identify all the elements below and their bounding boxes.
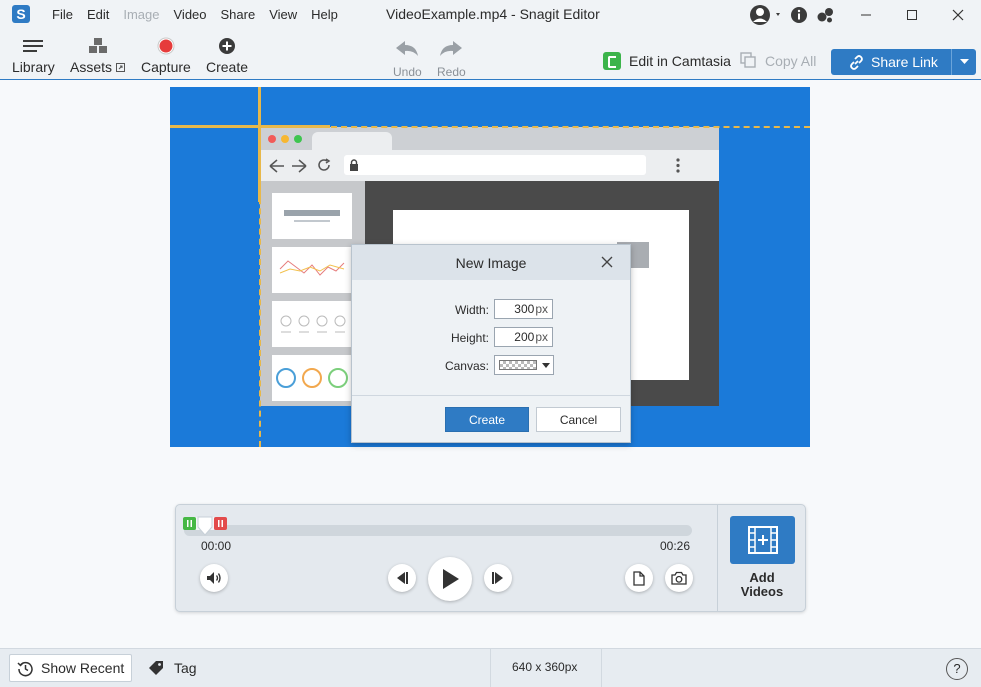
height-field[interactable]: 200 px: [494, 327, 553, 347]
close-icon: [601, 256, 613, 268]
save-frame-button[interactable]: [625, 564, 653, 592]
menu-file[interactable]: File: [52, 7, 73, 22]
plus-circle-icon: [218, 33, 236, 59]
next-frame-button[interactable]: [484, 564, 512, 592]
undo-button[interactable]: Undo: [393, 33, 422, 79]
history-icon: [17, 661, 33, 676]
menu-video[interactable]: Video: [174, 7, 207, 22]
minimize-button[interactable]: [843, 0, 889, 30]
canvas-label: Canvas:: [444, 359, 489, 373]
transparent-swatch-icon: [499, 360, 537, 370]
undo-icon: [394, 33, 420, 65]
document-icon: [633, 570, 645, 586]
play-icon: [443, 569, 459, 589]
camera-icon: [671, 571, 687, 585]
width-field[interactable]: 300 px: [494, 299, 553, 319]
chevron-down-icon: [959, 59, 969, 64]
add-videos-button[interactable]: [730, 516, 795, 564]
menu-image: Image: [123, 7, 160, 22]
dialog-header: New Image: [352, 245, 630, 280]
step-forward-icon: [492, 572, 503, 584]
share-dropdown-button[interactable]: [951, 49, 976, 75]
crop-handle-vertical[interactable]: [258, 87, 261, 202]
playhead-handle[interactable]: [195, 515, 215, 537]
capture-icon: [157, 33, 175, 59]
canvas-color-select[interactable]: [494, 355, 554, 375]
toolbar: Library Assets Capture Create Undo Redo …: [0, 30, 981, 80]
film-add-icon: [747, 526, 778, 554]
menu-help[interactable]: Help: [311, 7, 338, 22]
time-end: 00:26: [660, 539, 691, 553]
previous-frame-button[interactable]: [388, 564, 416, 592]
cancel-button[interactable]: Cancel: [536, 407, 621, 432]
lock-icon: [350, 159, 358, 171]
maximize-button[interactable]: [889, 0, 935, 30]
speaker-icon: [207, 572, 221, 584]
library-icon: [23, 33, 44, 59]
redo-icon: [438, 33, 464, 65]
menu-view[interactable]: View: [269, 7, 297, 22]
camtasia-icon: [603, 52, 621, 70]
new-image-dialog: New Image Width: 300 px Height: 200 px Can…: [351, 244, 631, 443]
menu-edit[interactable]: Edit: [87, 7, 109, 22]
crop-handle-horizontal[interactable]: [170, 125, 330, 128]
height-label: Height:: [450, 331, 489, 345]
menu-bar: File Edit Image Video Share View Help: [52, 7, 352, 22]
share-link-button[interactable]: Share Link: [831, 49, 976, 75]
create-button-dialog[interactable]: Create: [445, 407, 529, 432]
status-bar: Show Recent Tag 640 x 360px ?: [0, 648, 981, 687]
account-icon[interactable]: [749, 5, 783, 25]
library-button[interactable]: Library: [12, 33, 55, 75]
image-dimensions: 640 x 360px: [512, 660, 578, 674]
play-button[interactable]: [428, 557, 472, 601]
video-timeline[interactable]: [184, 525, 692, 536]
link-icon: [850, 54, 863, 70]
external-link-icon: [116, 62, 126, 72]
browser-nav-icon: [269, 159, 307, 173]
window-title: VideoExample.mp4 - Snagit Editor: [386, 6, 600, 22]
selection-end-handle[interactable]: [214, 517, 227, 530]
redo-button[interactable]: Redo: [437, 33, 466, 79]
close-window-button[interactable]: [935, 0, 981, 30]
assets-button[interactable]: Assets: [70, 33, 126, 75]
assets-icon: [88, 33, 108, 59]
info-icon[interactable]: [789, 5, 809, 25]
copy-all-button: Copy All: [740, 52, 816, 69]
snagit-logo-icon[interactable]: S: [12, 5, 30, 23]
show-recent-button[interactable]: Show Recent: [9, 654, 132, 682]
copy-icon: [740, 52, 756, 68]
step-back-icon: [397, 572, 408, 584]
time-start: 00:00: [201, 539, 232, 553]
feedback-icon[interactable]: [815, 5, 835, 25]
reload-icon: [318, 158, 331, 171]
volume-button[interactable]: [200, 564, 228, 592]
tag-icon: [149, 661, 163, 675]
capture-frame-button[interactable]: [665, 564, 693, 592]
video-controls-panel: 00:00 00:26 Add Videos: [175, 504, 806, 612]
dialog-title: New Image: [455, 255, 527, 271]
menu-share[interactable]: Share: [221, 7, 256, 22]
tag-button[interactable]: Tag: [148, 660, 197, 676]
help-button[interactable]: ?: [946, 658, 968, 680]
chevron-down-icon: [542, 362, 550, 368]
add-videos-label[interactable]: Add Videos: [722, 571, 802, 599]
title-bar: S File Edit Image Video Share View Help …: [0, 0, 981, 30]
capture-button[interactable]: Capture: [141, 33, 191, 75]
dialog-close-button[interactable]: [600, 255, 614, 269]
edit-in-camtasia-button[interactable]: Edit in Camtasia: [603, 52, 731, 70]
create-button[interactable]: Create: [206, 33, 248, 75]
width-label: Width:: [454, 303, 489, 317]
more-vertical-icon: [676, 158, 680, 173]
